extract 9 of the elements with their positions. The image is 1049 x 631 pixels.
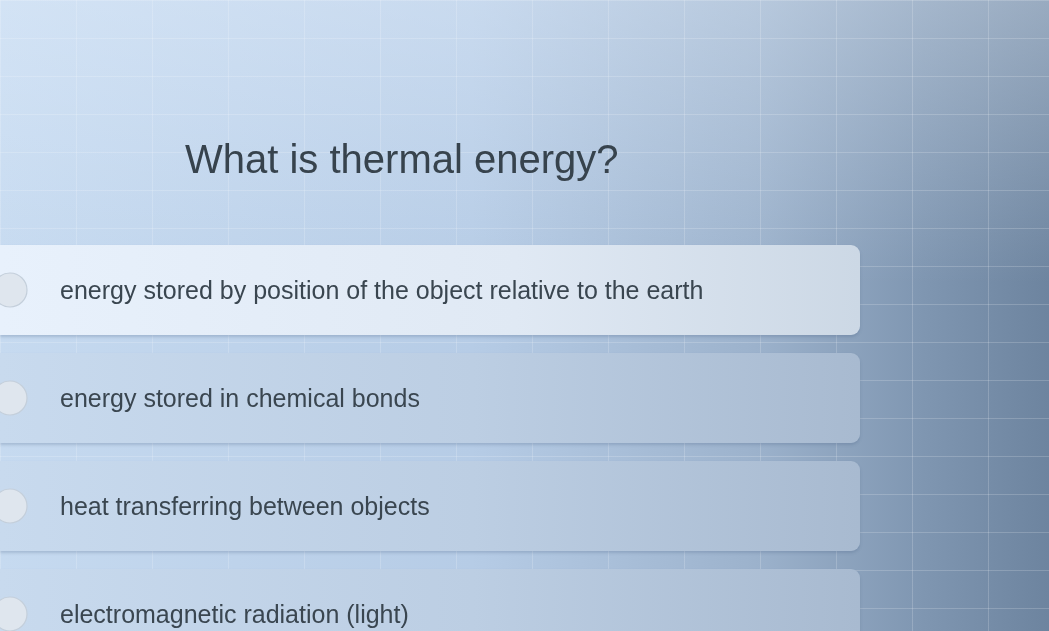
question-text: What is thermal energy? [185,136,619,183]
answer-option[interactable]: heat transferring between objects [0,461,860,551]
radio-icon[interactable] [0,272,28,308]
radio-icon[interactable] [0,596,28,631]
radio-icon[interactable] [0,380,28,416]
radio-icon[interactable] [0,488,28,524]
answer-option[interactable]: electromagnetic radiation (light) [0,569,860,631]
answer-option[interactable]: energy stored in chemical bonds [0,353,860,443]
answer-option[interactable]: energy stored by position of the object relative to the earth [0,245,860,335]
